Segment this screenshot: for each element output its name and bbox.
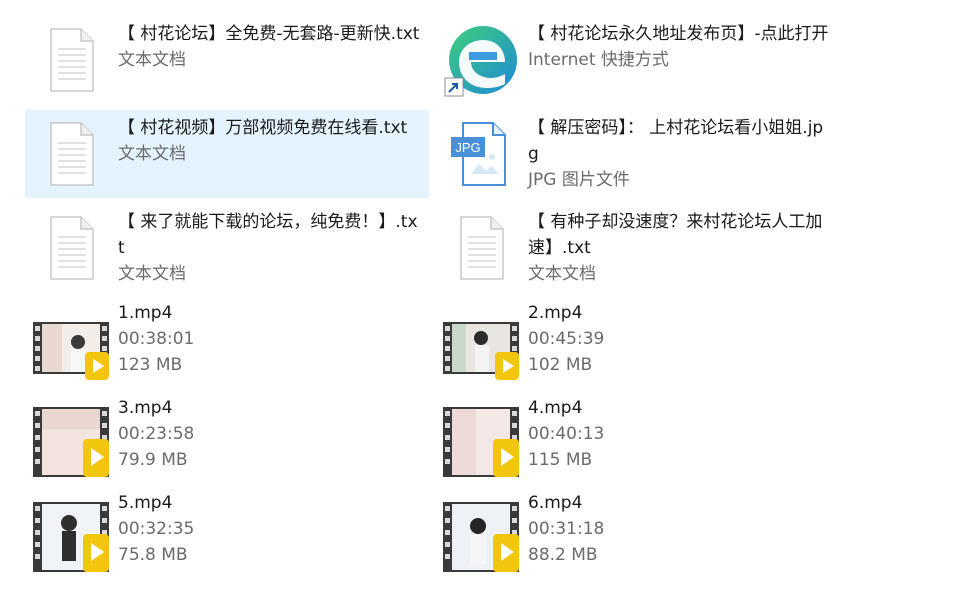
- video-item-4[interactable]: 4.mp4 00:40:13 115 MB: [435, 397, 839, 485]
- file-type: Internet 快捷方式: [528, 50, 669, 70]
- video-thumbnail-icon: [33, 498, 109, 574]
- video-thumbnail-icon: [443, 498, 519, 574]
- file-name: 【 村花论坛永久地址发布页】-点此打开: [528, 24, 829, 44]
- text-document-icon: [33, 210, 109, 286]
- video-name: 5.mp4: [118, 493, 173, 513]
- file-item-jpg[interactable]: JPG 【 解压密码】： 上村花论坛看小姐姐.jpg JPG 图片文件: [435, 110, 839, 198]
- video-duration: 00:23:58: [118, 424, 195, 444]
- video-thumbnail-icon: [443, 403, 519, 479]
- text-document-icon: [33, 116, 109, 192]
- video-size: 75.8 MB: [118, 545, 188, 565]
- video-duration: 00:45:39: [528, 329, 605, 349]
- file-item-txt-4[interactable]: 【 有种子却没速度？来村花论坛人工加速】.txt 文本文档: [435, 204, 839, 292]
- text-document-icon: [33, 22, 109, 98]
- video-item-1[interactable]: 1.mp4 00:38:01 123 MB: [25, 302, 429, 390]
- video-name: 4.mp4: [528, 398, 583, 418]
- video-name: 6.mp4: [528, 493, 583, 513]
- file-name: 【 有种子却没速度？来村花论坛人工加速】.txt: [528, 212, 823, 258]
- file-type: JPG 图片文件: [528, 170, 630, 190]
- video-size: 123 MB: [118, 355, 183, 375]
- video-size: 102 MB: [528, 355, 593, 375]
- file-type: 文本文档: [118, 144, 186, 164]
- edge-shortcut-icon: [443, 22, 519, 98]
- video-item-2[interactable]: 2.mp4 00:45:39 102 MB: [435, 302, 839, 390]
- file-type: 文本文档: [528, 264, 596, 284]
- file-name: 【 解压密码】： 上村花论坛看小姐姐.jpg: [528, 118, 824, 164]
- jpg-badge: JPG: [455, 140, 480, 155]
- video-item-3[interactable]: 3.mp4 00:23:58 79.9 MB: [25, 397, 429, 485]
- video-duration: 00:31:18: [528, 519, 605, 539]
- video-name: 3.mp4: [118, 398, 173, 418]
- file-item-txt-2[interactable]: 【 村花视频】万部视频免费在线看.txt 文本文档: [25, 110, 429, 198]
- file-name: 【 村花论坛】全免费-无套路-更新快.txt: [118, 24, 420, 44]
- file-item-shortcut[interactable]: 【 村花论坛永久地址发布页】-点此打开 Internet 快捷方式: [435, 16, 839, 104]
- video-item-6[interactable]: 6.mp4 00:31:18 88.2 MB: [435, 492, 839, 580]
- file-item-txt-1[interactable]: 【 村花论坛】全免费-无套路-更新快.txt 文本文档: [25, 16, 429, 104]
- video-item-5[interactable]: 5.mp4 00:32:35 75.8 MB: [25, 492, 429, 580]
- file-name: 【 来了就能下载的论坛，纯免费！】.txt: [118, 212, 418, 258]
- video-size: 79.9 MB: [118, 450, 188, 470]
- video-duration: 00:40:13: [528, 424, 605, 444]
- file-type: 文本文档: [118, 50, 186, 70]
- text-document-icon: [443, 210, 519, 286]
- video-thumbnail-icon: [33, 308, 109, 384]
- video-name: 2.mp4: [528, 303, 583, 323]
- file-name: 【 村花视频】万部视频免费在线看.txt: [118, 118, 408, 138]
- video-size: 88.2 MB: [528, 545, 598, 565]
- video-size: 115 MB: [528, 450, 593, 470]
- video-thumbnail-icon: [443, 308, 519, 384]
- video-name: 1.mp4: [118, 303, 173, 323]
- file-item-txt-3[interactable]: 【 来了就能下载的论坛，纯免费！】.txt 文本文档: [25, 204, 429, 292]
- video-duration: 00:38:01: [118, 329, 195, 349]
- video-duration: 00:32:35: [118, 519, 195, 539]
- file-type: 文本文档: [118, 264, 186, 284]
- video-thumbnail-icon: [33, 403, 109, 479]
- jpg-file-icon: JPG: [443, 116, 519, 192]
